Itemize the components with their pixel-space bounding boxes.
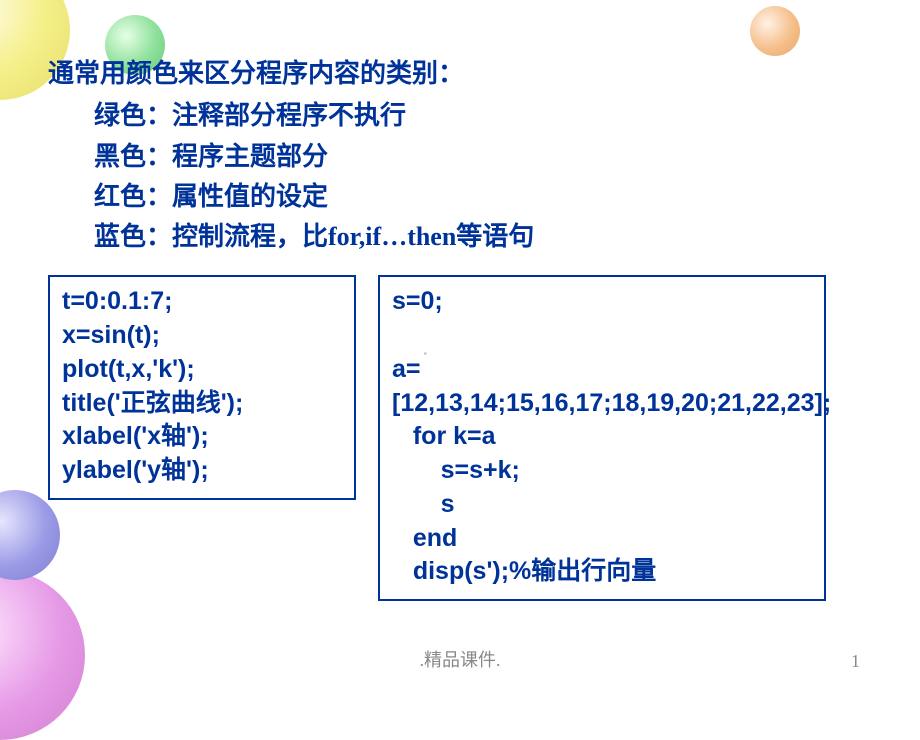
heading: 通常用颜色来区分程序内容的类别：	[48, 54, 872, 94]
legend-blue: 蓝色：控制流程，比for,if…then等语句	[94, 217, 872, 257]
code-boxes-row: t=0:0.1:7; x=sin(t); plot(t,x,'k'); titl…	[48, 275, 872, 601]
footer-label: .精品课件.	[0, 646, 920, 672]
legend-black: 黑色：程序主题部分	[94, 137, 872, 177]
page-number: 1	[851, 651, 860, 672]
code-box-left: t=0:0.1:7; x=sin(t); plot(t,x,'k'); titl…	[48, 275, 356, 500]
legend-red: 红色：属性值的设定	[94, 177, 872, 217]
color-legend: 绿色：注释部分程序不执行 黑色：程序主题部分 红色：属性值的设定 蓝色：控制流程…	[48, 96, 872, 257]
code-box-right: s=0; a=[12,13,14;15,16,17;18,19,20;21,22…	[378, 275, 826, 601]
slide-content: 通常用颜色来区分程序内容的类别： 绿色：注释部分程序不执行 黑色：程序主题部分 …	[0, 0, 920, 601]
legend-green: 绿色：注释部分程序不执行	[94, 96, 872, 136]
